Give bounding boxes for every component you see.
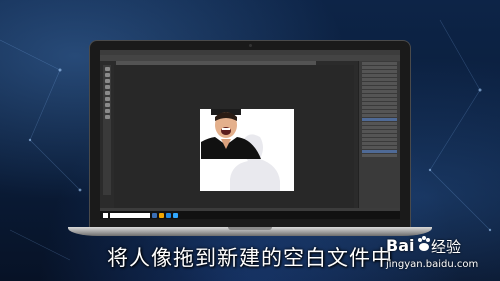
eraser-tool-icon[interactable] bbox=[104, 109, 110, 113]
lasso-tool-icon[interactable] bbox=[104, 79, 110, 83]
marquee-tool-icon[interactable] bbox=[104, 73, 110, 77]
baidu-watermark: Bai 经验 jingyan.baidu.com bbox=[386, 236, 496, 276]
layers-panel[interactable] bbox=[358, 61, 400, 208]
windows-taskbar[interactable] bbox=[100, 211, 400, 219]
brand-logo: Bai bbox=[386, 236, 415, 255]
brand-sub: 经验 bbox=[431, 238, 462, 256]
camera-dot bbox=[249, 44, 252, 47]
laptop-base bbox=[68, 227, 432, 236]
brush-tool-icon[interactable] bbox=[104, 103, 110, 107]
task-view-icon[interactable] bbox=[152, 212, 157, 218]
portrait-layer[interactable] bbox=[201, 109, 261, 159]
crop-tool-icon[interactable] bbox=[104, 91, 110, 95]
windows-start-icon[interactable] bbox=[103, 212, 108, 218]
brand-url: jingyan.baidu.com bbox=[386, 259, 479, 270]
move-tool-icon[interactable] bbox=[104, 67, 110, 71]
edge-icon[interactable] bbox=[166, 212, 171, 218]
photoshop-icon[interactable] bbox=[173, 212, 178, 218]
paw-icon bbox=[418, 236, 430, 251]
laptop-screen-bezel bbox=[89, 40, 411, 228]
taskbar-search[interactable] bbox=[110, 212, 150, 218]
eyedropper-tool-icon[interactable] bbox=[104, 97, 110, 101]
explorer-icon[interactable] bbox=[159, 212, 164, 218]
quick-select-tool-icon[interactable] bbox=[104, 85, 110, 89]
laptop-display bbox=[100, 50, 400, 219]
selected-layer[interactable] bbox=[362, 118, 397, 121]
text-tool-icon[interactable] bbox=[104, 115, 110, 119]
canvas-workspace[interactable] bbox=[114, 65, 354, 208]
tools-panel[interactable] bbox=[103, 65, 111, 195]
